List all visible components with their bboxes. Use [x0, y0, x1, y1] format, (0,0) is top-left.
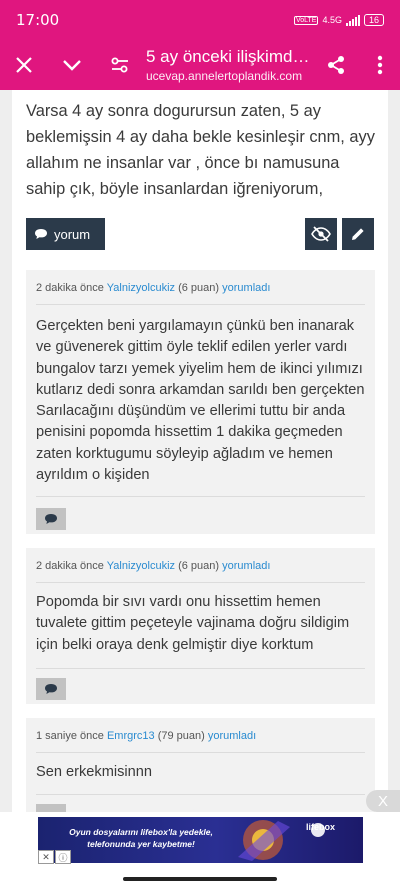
comment-meta: 2 dakika önce Yalnizyolcukiz (6 puan) yo…: [36, 560, 270, 572]
share-icon[interactable]: [312, 40, 360, 90]
reply-button[interactable]: [36, 804, 66, 812]
network-type: 4.5G: [322, 15, 342, 25]
edit-button[interactable]: [342, 218, 374, 250]
eye-off-icon: [311, 226, 331, 242]
reply-button[interactable]: [36, 678, 66, 700]
comment-action-link[interactable]: yorumladı: [222, 560, 270, 572]
status-time: 17:00: [16, 11, 60, 29]
comment-button[interactable]: yorum: [26, 218, 105, 250]
ad-brand: lifebox: [306, 822, 336, 832]
comment-time: 2 dakika önce: [36, 560, 104, 572]
close-icon[interactable]: [0, 40, 48, 90]
comment-time: 2 dakika önce: [36, 282, 104, 294]
comment-time: 1 saniye önce: [36, 730, 104, 742]
divider: [36, 668, 365, 669]
comment-points: (79 puan): [157, 730, 205, 742]
comment-points: (6 puan): [178, 560, 220, 572]
ad-choices[interactable]: ✕ ⓘ: [38, 850, 71, 864]
ad-close-icon[interactable]: ✕: [38, 850, 54, 864]
pencil-icon: [352, 228, 364, 240]
comment-text: Gerçekten beni yargılamayın çünkü ben in…: [36, 318, 365, 484]
comment-action-link[interactable]: yorumladı: [208, 730, 256, 742]
status-bar: 17:00 VoLTE 4.5G 16: [0, 0, 400, 40]
chat-icon: [35, 229, 47, 239]
comment-user-link[interactable]: Emrgrc13: [107, 730, 155, 742]
hide-button[interactable]: [305, 218, 337, 250]
comment-text: Sen erkekmisinnn: [36, 764, 152, 780]
comment-meta: 2 dakika önce Yalnizyolcukiz (6 puan) yo…: [36, 282, 270, 294]
page-url: ucevap.annelertoplandik.com: [146, 69, 303, 83]
reply-button[interactable]: [36, 508, 66, 530]
page-title: 5 ay önceki ilişkimde...: [146, 47, 312, 66]
ad-banner: Oyun dosyalarını lifebox'la yedekle, tel…: [0, 812, 400, 868]
divider: [36, 582, 365, 583]
divider: [36, 496, 365, 497]
chat-icon: [45, 514, 57, 524]
comment-meta: 1 saniye önce Emrgrc13 (79 puan) yorumla…: [36, 730, 256, 742]
battery-icon: 16: [363, 14, 384, 26]
comment-user-link[interactable]: Yalnizyolcukiz: [107, 282, 175, 294]
comment-button-label: yorum: [54, 226, 91, 242]
comment-text: Popomda bir sıvı vardı onu hissettim hem…: [36, 594, 350, 653]
more-vert-icon[interactable]: [360, 40, 400, 90]
comment-points: (6 puan): [178, 282, 220, 294]
ad-image[interactable]: Oyun dosyalarını lifebox'la yedekle, tel…: [38, 817, 363, 863]
divider: [36, 304, 365, 305]
ad-close-button[interactable]: X: [366, 790, 400, 812]
browser-toolbar: 5 ay önceki ilişkimde... ucevap.annelert…: [0, 40, 400, 90]
comment-item: 2 dakika önce Yalnizyolcukiz (6 puan) yo…: [26, 270, 375, 534]
comment-item: 1 saniye önce Emrgrc13 (79 puan) yorumla…: [26, 718, 375, 812]
tune-icon[interactable]: [96, 40, 144, 90]
volte-icon: VoLTE: [293, 15, 319, 25]
divider: [36, 794, 365, 795]
comment-user-link[interactable]: Yalnizyolcukiz: [107, 560, 175, 572]
chevron-down-icon[interactable]: [48, 40, 96, 90]
page-content: Varsa 4 ay sonra dogurursun zaten, 5 ay …: [0, 90, 400, 812]
ad-info-icon[interactable]: ⓘ: [55, 850, 71, 864]
comment-action-link[interactable]: yorumladı: [222, 282, 270, 294]
chat-icon: [45, 684, 57, 694]
ad-text: Oyun dosyalarını lifebox'la yedekle, tel…: [69, 827, 213, 849]
post-text: Varsa 4 ay sonra dogurursun zaten, 5 ay …: [26, 102, 375, 198]
divider: [36, 752, 365, 753]
home-gesture-handle[interactable]: [123, 877, 277, 881]
system-nav-bar: [0, 868, 400, 888]
page-title-area[interactable]: 5 ay önceki ilişkimde... ucevap.annelert…: [144, 47, 312, 83]
status-icons: VoLTE 4.5G 16: [293, 14, 384, 26]
signal-icon: [345, 14, 360, 26]
comment-item: 2 dakika önce Yalnizyolcukiz (6 puan) yo…: [26, 548, 375, 704]
